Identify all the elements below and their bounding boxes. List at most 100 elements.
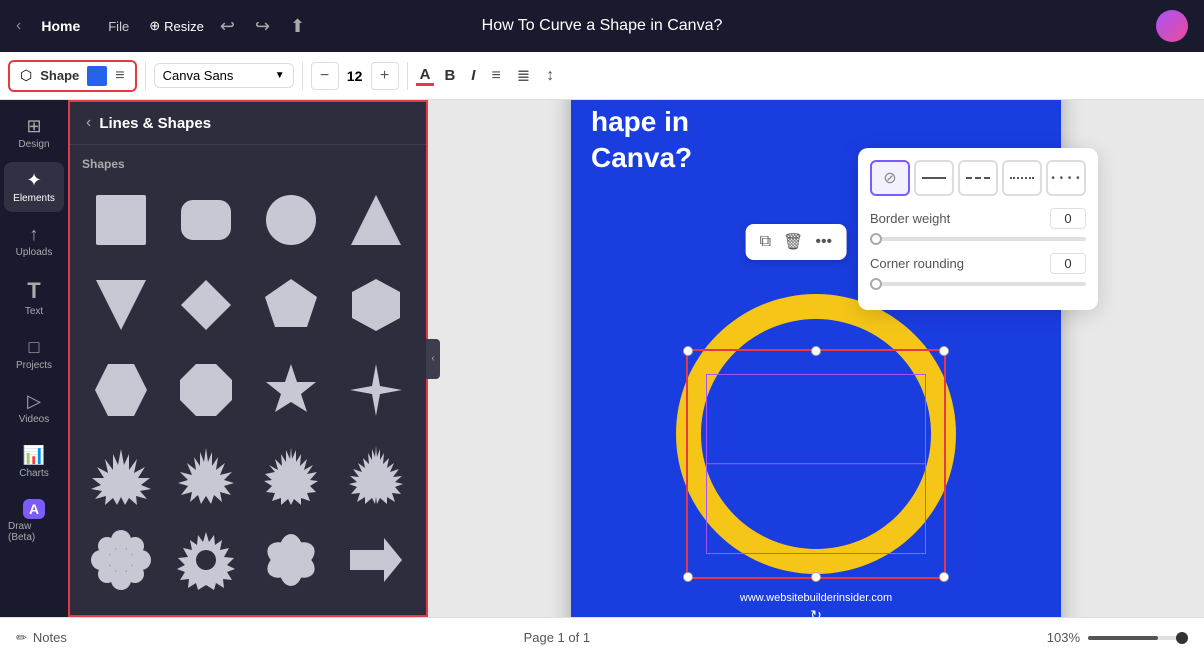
redo-button[interactable]: ↪ — [251, 12, 274, 41]
file-button[interactable]: File — [100, 15, 137, 38]
shape-arrow-up[interactable] — [167, 606, 244, 615]
border-solid-button[interactable] — [914, 160, 954, 196]
shape-rounded-rect[interactable] — [167, 181, 244, 258]
border-style-row: ⊘ • • • • — [870, 160, 1086, 196]
handle-bl[interactable] — [683, 572, 693, 582]
border-weight-value[interactable]: 0 — [1050, 208, 1086, 229]
color-swatch[interactable] — [87, 66, 107, 86]
shape-arrow-right[interactable] — [337, 521, 414, 598]
shape-starburst-1[interactable] — [82, 436, 159, 513]
sidebar-item-design[interactable]: ⊞ Design — [4, 108, 64, 158]
border-dashed-button[interactable] — [958, 160, 998, 196]
border-dotted2-button[interactable]: • • • • — [1046, 160, 1086, 196]
shape-star5[interactable] — [252, 351, 329, 428]
charts-icon: 📊 — [23, 445, 45, 466]
sidebar-item-elements[interactable]: ✦ Elements — [4, 162, 64, 212]
shape-circle-gear[interactable] — [167, 521, 244, 598]
projects-icon: □ — [29, 337, 40, 358]
handle-tl[interactable] — [683, 346, 693, 356]
top-bar-right — [1156, 10, 1188, 42]
shape-petal[interactable] — [252, 521, 329, 598]
shape-circle[interactable] — [252, 181, 329, 258]
bold-button[interactable]: B — [438, 63, 461, 88]
panel-back-icon[interactable]: ‹ — [86, 114, 91, 132]
inner-selection-rect — [706, 374, 926, 554]
shape-arrow-left[interactable] — [82, 606, 159, 615]
border-none-button[interactable]: ⊘ — [870, 160, 910, 196]
list-button[interactable]: ≣ — [511, 62, 536, 90]
left-panel: ‹ Lines & Shapes Shapes — [68, 100, 428, 617]
sidebar-item-draw[interactable]: A Draw (Beta) — [4, 491, 64, 551]
sidebar-item-videos[interactable]: ▷ Videos — [4, 383, 64, 433]
shape-hexagon[interactable] — [337, 266, 414, 343]
shape-diamond[interactable] — [167, 266, 244, 343]
spacing-button[interactable]: ↕ — [540, 63, 560, 89]
sidebar-item-uploads[interactable]: ↑ Uploads — [4, 216, 64, 266]
handle-tr[interactable] — [939, 346, 949, 356]
shape-triangle[interactable] — [337, 181, 414, 258]
shape-pentagon[interactable] — [252, 266, 329, 343]
shape-starburst-4[interactable] — [337, 436, 414, 513]
shape-tool-icon: ⬡ — [20, 67, 32, 84]
align-button[interactable]: ≡ — [485, 63, 506, 89]
main-content: ⊞ Design ✦ Elements ↑ Uploads T Text □ P… — [0, 100, 1204, 617]
shape-starburst-2[interactable] — [167, 436, 244, 513]
undo-button[interactable]: ↩ — [216, 12, 239, 41]
font-name: Canva Sans — [163, 68, 234, 83]
rotate-handle[interactable]: ↻ — [810, 607, 822, 618]
cloud-button[interactable]: ⬆ — [286, 12, 309, 41]
text-icon: T — [27, 278, 40, 304]
font-dropdown-icon: ▼ — [275, 70, 285, 81]
border-dotted-button[interactable] — [1002, 160, 1042, 196]
panel-title: Lines & Shapes — [99, 115, 211, 132]
shape-star4[interactable] — [337, 351, 414, 428]
divider-3 — [407, 62, 408, 90]
shape-starburst-3[interactable] — [252, 436, 329, 513]
shape-arrow-double[interactable] — [337, 606, 414, 615]
corner-rounding-slider[interactable] — [870, 282, 1086, 286]
handle-tc[interactable] — [811, 346, 821, 356]
menu-lines-icon[interactable]: ≡ — [115, 67, 124, 85]
top-bar: ‹ Home File ⊕ Resize ↩ ↪ ⬆ How To Curve … — [0, 0, 1204, 52]
handle-bc[interactable] — [811, 572, 821, 582]
divider-1 — [145, 62, 146, 90]
border-weight-slider[interactable] — [870, 237, 1086, 241]
home-button[interactable]: Home — [33, 14, 88, 38]
zoom-level: 103% — [1047, 630, 1080, 645]
shape-octagon[interactable] — [167, 351, 244, 428]
sidebar-label-text: Text — [25, 306, 43, 317]
more-options-icon[interactable]: ••• — [811, 231, 836, 253]
resize-label: Resize — [164, 19, 204, 34]
delete-icon[interactable]: 🗑 — [779, 230, 807, 254]
action-bar: ⧉ 🗑 ••• — [746, 224, 847, 260]
shape-button-group[interactable]: ⬡ Shape ≡ — [8, 60, 137, 92]
notes-button[interactable]: ✏ Notes — [16, 630, 67, 646]
shape-flower[interactable] — [82, 521, 159, 598]
shape-arrow-down[interactable] — [252, 606, 329, 615]
font-size-increase[interactable]: + — [371, 62, 399, 90]
shape-square[interactable] — [82, 181, 159, 258]
panel-collapse-handle[interactable]: ‹ — [426, 339, 440, 379]
user-avatar[interactable] — [1156, 10, 1188, 42]
back-icon[interactable]: ‹ — [16, 17, 21, 35]
corner-rounding-label: Corner rounding — [870, 256, 964, 271]
zoom-handle[interactable] — [1176, 632, 1188, 644]
font-size-decrease[interactable]: − — [311, 62, 339, 90]
copy-icon[interactable]: ⧉ — [756, 231, 775, 253]
top-bar-left: ‹ Home File ⊕ Resize ↩ ↪ ⬆ — [16, 12, 309, 41]
zoom-controls: 103% — [1047, 630, 1188, 645]
zoom-fill — [1088, 636, 1158, 640]
resize-icon: ⊕ — [149, 18, 160, 34]
sidebar-item-text[interactable]: T Text — [4, 270, 64, 325]
text-color-button[interactable]: A — [416, 66, 435, 86]
corner-rounding-value[interactable]: 0 — [1050, 253, 1086, 274]
italic-button[interactable]: I — [465, 63, 481, 88]
sidebar-item-projects[interactable]: □ Projects — [4, 329, 64, 379]
sidebar-item-charts[interactable]: 📊 Charts — [4, 437, 64, 487]
zoom-slider[interactable] — [1088, 636, 1188, 640]
shape-hexagon-2[interactable] — [82, 351, 159, 428]
font-selector[interactable]: Canva Sans ▼ — [154, 63, 294, 88]
resize-button[interactable]: ⊕ Resize — [149, 18, 204, 34]
shape-triangle-down[interactable] — [82, 266, 159, 343]
handle-br[interactable] — [939, 572, 949, 582]
